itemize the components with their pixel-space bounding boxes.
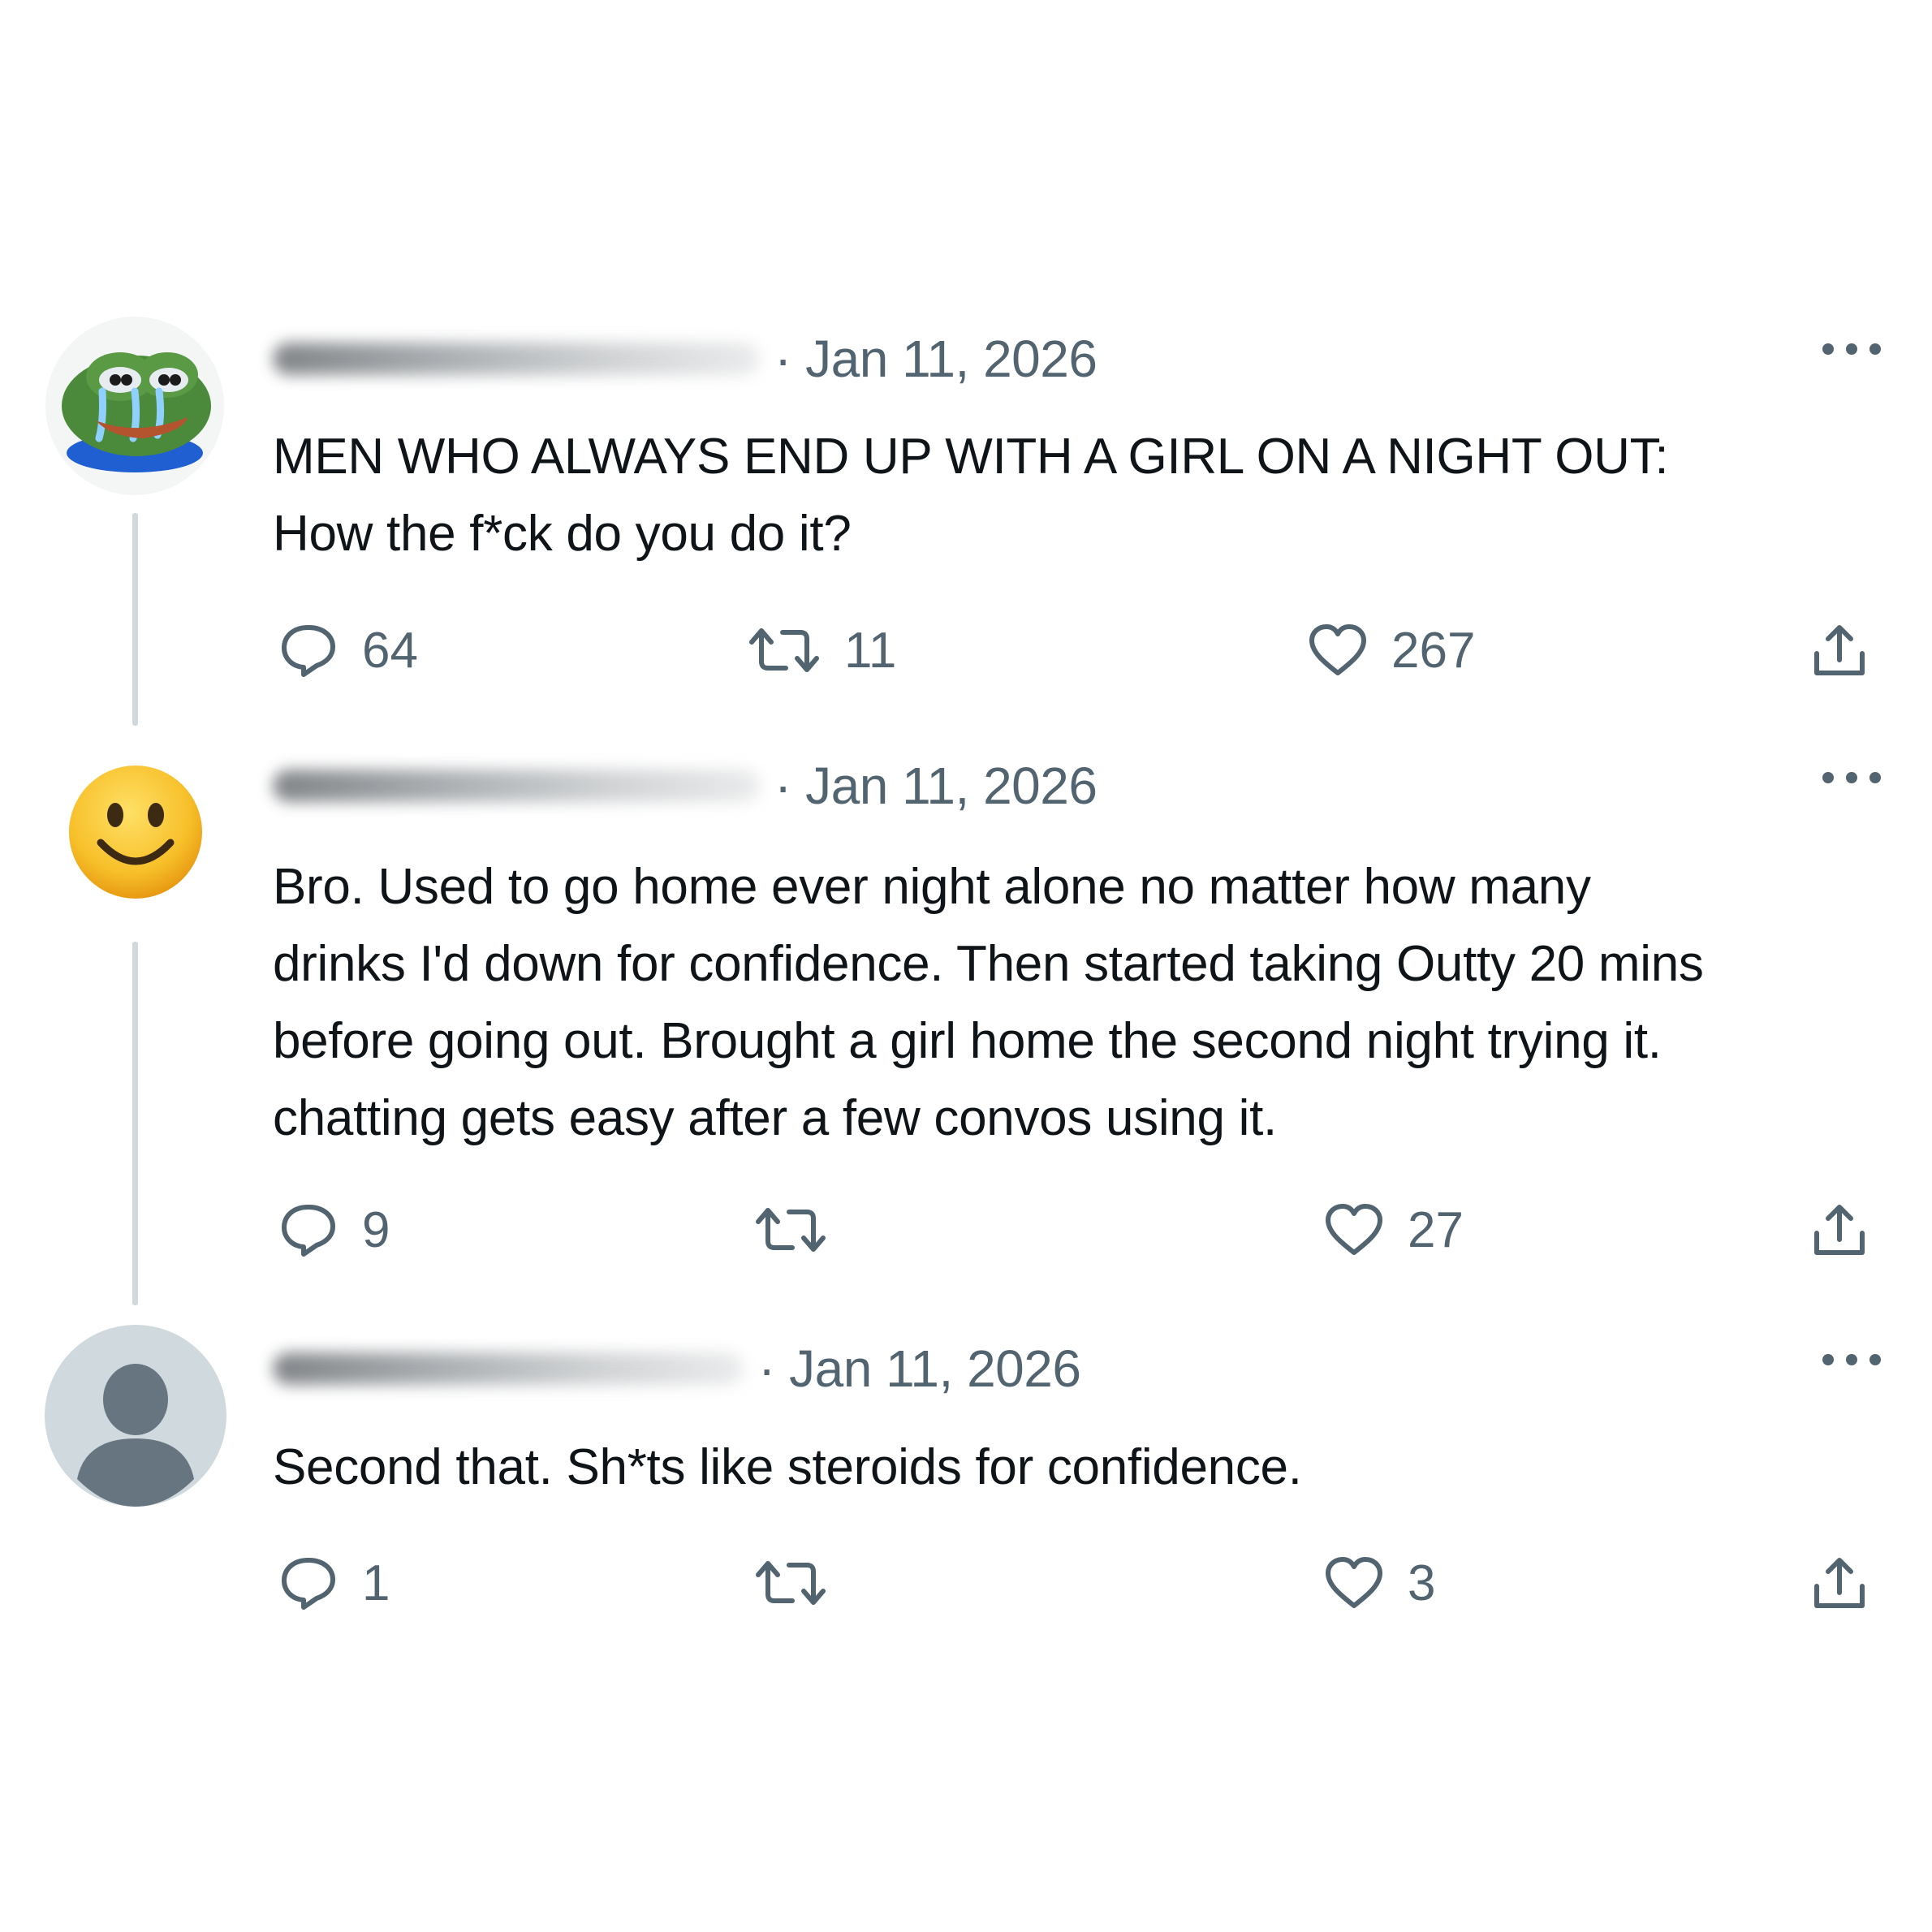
tweet-timestamp[interactable]: · Jan 11, 2026: [774, 756, 1098, 816]
tweet-actions: 9 27: [0, 1193, 1932, 1266]
like-count: 27: [1408, 1201, 1464, 1258]
reply-count: 9: [362, 1201, 390, 1258]
like-icon: [1309, 624, 1366, 675]
retweet-icon: [756, 1561, 826, 1605]
reply-button[interactable]: 64: [278, 614, 418, 687]
tweet-header: · Jan 11, 2026: [273, 326, 1098, 391]
like-button[interactable]: 267: [1307, 614, 1475, 687]
share-icon: [1814, 1558, 1865, 1608]
like-icon: [1326, 1204, 1382, 1255]
retweet-icon: [756, 1208, 826, 1252]
retweet-icon: [749, 628, 819, 672]
redacted-username[interactable]: [273, 1352, 744, 1385]
share-icon: [1814, 1205, 1865, 1255]
reply-icon: [282, 1558, 335, 1610]
share-button[interactable]: [1810, 1546, 1869, 1619]
like-icon: [1326, 1557, 1382, 1608]
redacted-username[interactable]: [273, 770, 760, 802]
share-button[interactable]: [1810, 1193, 1869, 1266]
conversation-thread: · Jan 11, 2026 MEN WHO ALWAYS END UP WIT…: [0, 0, 1932, 1932]
avatar-default[interactable]: [45, 1325, 226, 1507]
like-count: 3: [1408, 1555, 1436, 1611]
reply-icon: [282, 625, 335, 677]
tweet-text: MEN WHO ALWAYS END UP WITH A GIRL ON A N…: [273, 429, 1669, 562]
tweet-text: Bro. Used to go home ever night alone no…: [273, 859, 1704, 1146]
reply-icon: [282, 1205, 335, 1257]
reply-button[interactable]: 1: [278, 1546, 390, 1619]
tweet-timestamp[interactable]: · Jan 11, 2026: [758, 1339, 1081, 1399]
like-button[interactable]: 27: [1323, 1193, 1464, 1266]
retweet-button[interactable]: [753, 1193, 851, 1266]
avatar-smiley[interactable]: [68, 765, 203, 899]
share-icon: [1814, 625, 1865, 675]
smiley-face-avatar-icon: [69, 765, 202, 899]
more-options-icon[interactable]: [1822, 1348, 1881, 1372]
retweet-count: 11: [844, 622, 897, 679]
tweet-actions: 1 3: [0, 1546, 1932, 1619]
tweet-timestamp[interactable]: · Jan 11, 2026: [774, 329, 1098, 389]
reply-count: 64: [362, 622, 418, 679]
more-options-icon[interactable]: [1822, 765, 1881, 790]
default-person-avatar-icon: [45, 1325, 226, 1507]
retweet-button[interactable]: [753, 1546, 851, 1619]
share-button[interactable]: [1810, 614, 1869, 687]
tweet-text: Second that. Sh*ts like steroids for con…: [273, 1439, 1302, 1495]
like-button[interactable]: 3: [1323, 1546, 1435, 1619]
redacted-username[interactable]: [273, 343, 760, 375]
reply-count: 1: [362, 1555, 390, 1611]
tweet-header: · Jan 11, 2026: [273, 753, 1098, 818]
like-count: 267: [1391, 622, 1476, 679]
tweet-header: · Jan 11, 2026: [273, 1336, 1081, 1401]
avatar-pepe[interactable]: [45, 317, 224, 495]
pepe-crying-frog-avatar-icon: [45, 317, 224, 495]
retweet-button[interactable]: 11: [747, 614, 896, 687]
tweet-actions: 64 11 267: [0, 614, 1932, 687]
more-options-icon[interactable]: [1822, 337, 1881, 361]
reply-button[interactable]: 9: [278, 1193, 390, 1266]
